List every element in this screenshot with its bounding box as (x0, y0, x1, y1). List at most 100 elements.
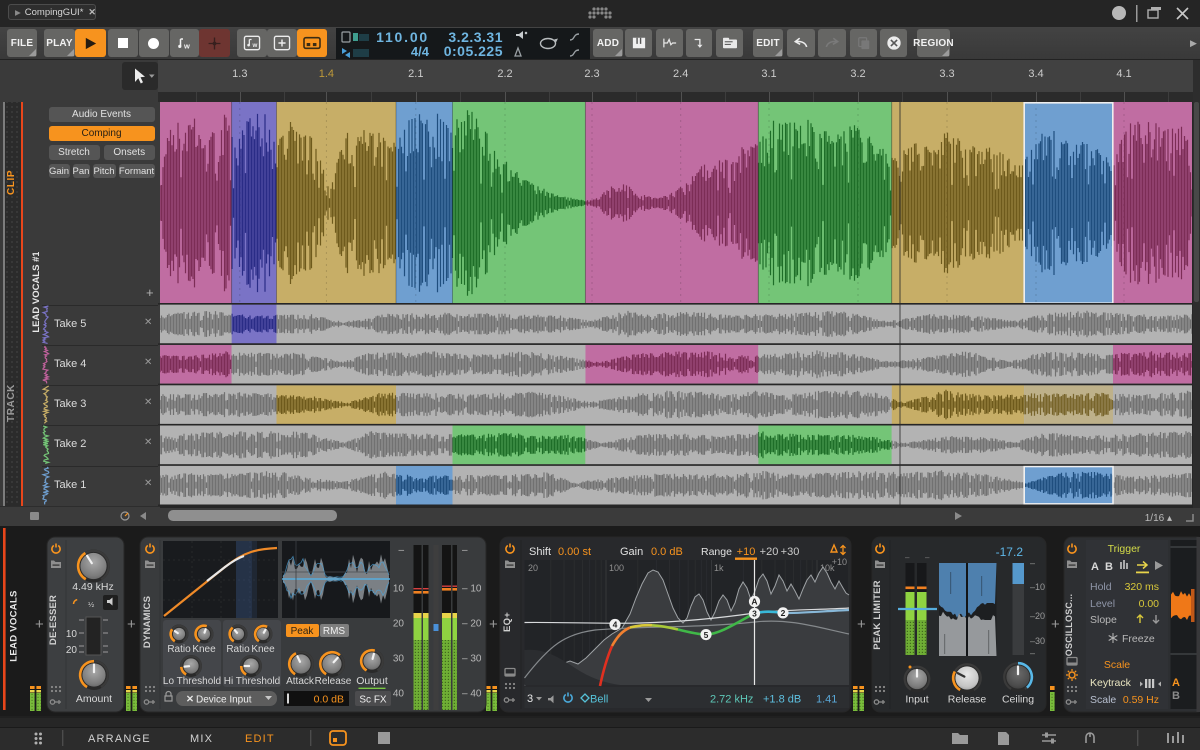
svg-text:–: – (398, 545, 404, 556)
svg-text:320 ms: 320 ms (1125, 581, 1159, 593)
svg-text:Sc FX: Sc FX (359, 695, 387, 706)
svg-text:4.1: 4.1 (1116, 68, 1131, 80)
svg-text:EQ+: EQ+ (502, 612, 513, 632)
svg-text:Ratio: Ratio (226, 644, 250, 655)
svg-text:10: 10 (66, 629, 78, 640)
svg-text:–: – (905, 553, 910, 562)
svg-text:+: + (1051, 616, 1060, 633)
svg-text:+: + (127, 616, 136, 633)
svg-text:LEAD VOCALS: LEAD VOCALS (9, 590, 20, 661)
svg-text:Lo Threshold: Lo Threshold (163, 676, 221, 687)
svg-text:A: A (751, 597, 757, 607)
svg-text:B: B (1105, 561, 1113, 573)
svg-text:B: B (1172, 690, 1180, 702)
svg-text:20: 20 (528, 563, 538, 573)
svg-text:3.1: 3.1 (761, 68, 776, 80)
svg-text:OSCILLOSC...: OSCILLOSC... (1064, 594, 1074, 656)
svg-text:Knee: Knee (251, 644, 275, 655)
svg-text:Gain: Gain (620, 546, 643, 558)
svg-text:Peak: Peak (291, 626, 315, 637)
svg-text:Level: Level (1090, 598, 1115, 610)
svg-text:+: + (489, 616, 498, 633)
svg-text:1.41: 1.41 (816, 694, 837, 706)
svg-text:1k: 1k (714, 563, 724, 573)
svg-text:Device Input: Device Input (196, 695, 252, 706)
svg-text:+20: +20 (760, 546, 779, 558)
svg-text:Scale: Scale (1104, 659, 1130, 671)
svg-text:–10: –10 (1030, 582, 1045, 592)
svg-text:Input: Input (905, 694, 928, 706)
svg-text:5: 5 (704, 630, 709, 640)
svg-text:Trigger: Trigger (1108, 543, 1141, 555)
svg-text:4: 4 (613, 620, 618, 630)
svg-text:½: ½ (88, 600, 95, 609)
svg-text:w: w (183, 41, 190, 50)
svg-text:–20: –20 (1030, 611, 1045, 621)
svg-text:2: 2 (781, 608, 786, 618)
svg-text:Freeze: Freeze (1122, 633, 1155, 645)
svg-text:2.2: 2.2 (497, 68, 512, 80)
svg-text:2.1: 2.1 (408, 68, 423, 80)
svg-text:1.3: 1.3 (232, 68, 247, 80)
svg-text:Hold: Hold (1090, 581, 1112, 593)
svg-text:– 40: – 40 (462, 689, 482, 700)
svg-text:0.0 dB: 0.0 dB (651, 546, 683, 558)
svg-text:Bell: Bell (590, 694, 608, 706)
svg-text:20: 20 (393, 619, 405, 630)
svg-text:▬▬▬▬▬▬: ▬▬▬▬▬▬ (359, 685, 387, 690)
svg-text:0.59 Hz: 0.59 Hz (1123, 694, 1159, 706)
svg-text:Scale: Scale (1090, 694, 1116, 706)
svg-text:-17.2: -17.2 (996, 545, 1024, 559)
svg-text:w: w (251, 42, 257, 49)
svg-text:– 30: – 30 (462, 654, 482, 665)
svg-text:2.72 kHz: 2.72 kHz (710, 694, 753, 706)
svg-text:3: 3 (527, 693, 533, 705)
svg-text:+10: +10 (832, 557, 847, 567)
svg-text:A: A (1091, 561, 1099, 573)
svg-text:30: 30 (393, 654, 405, 665)
svg-text:Ceiling: Ceiling (1002, 694, 1034, 706)
svg-text:–: – (925, 553, 930, 562)
svg-text:Ratio: Ratio (167, 644, 191, 655)
svg-text:DYNAMICS: DYNAMICS (142, 596, 153, 648)
svg-text:+1.8 dB: +1.8 dB (763, 694, 801, 706)
svg-text:1.4: 1.4 (319, 68, 334, 80)
svg-text:+10: +10 (737, 546, 756, 558)
svg-text:–: – (1030, 558, 1035, 568)
svg-text:3: 3 (752, 609, 757, 619)
svg-text:0.0 dB: 0.0 dB (314, 694, 344, 706)
svg-text:3.2: 3.2 (850, 68, 865, 80)
svg-text:+: + (35, 616, 44, 633)
svg-text:✕: ✕ (186, 694, 194, 705)
svg-text:3.3: 3.3 (939, 68, 954, 80)
svg-text:10: 10 (393, 584, 405, 595)
svg-text:Slope: Slope (1090, 614, 1117, 626)
svg-text:Shift: Shift (529, 546, 551, 558)
svg-text:EDIT: EDIT (245, 733, 275, 745)
svg-text:0.00 st: 0.00 st (558, 546, 591, 558)
svg-text:Release: Release (948, 694, 987, 706)
svg-text:– 20: – 20 (462, 619, 482, 630)
svg-text:110.00: 110.00 (376, 29, 429, 45)
svg-text:DE-ESSER: DE-ESSER (48, 595, 59, 645)
svg-text:Knee: Knee (192, 644, 216, 655)
svg-text:–: – (1030, 648, 1035, 658)
svg-text:3.4: 3.4 (1028, 68, 1043, 80)
svg-text:Keytrack: Keytrack (1090, 677, 1132, 689)
svg-text:20: 20 (66, 645, 78, 656)
svg-text:– 10: – 10 (462, 584, 482, 595)
svg-text:+30: +30 (781, 546, 800, 558)
svg-text:Attack: Attack (286, 676, 315, 687)
svg-text:PEAK LIMITER: PEAK LIMITER (872, 580, 883, 649)
svg-text:MIX: MIX (190, 733, 213, 745)
svg-text:Range: Range (701, 546, 732, 558)
svg-text:Amount: Amount (76, 693, 112, 705)
svg-text:Release: Release (315, 676, 352, 687)
svg-text:4.49 kHz: 4.49 kHz (72, 581, 113, 593)
svg-text:–: – (462, 545, 468, 556)
svg-text:RMS: RMS (323, 626, 346, 637)
svg-text:0.00: 0.00 (1139, 598, 1160, 610)
svg-text:0:05.225: 0:05.225 (444, 43, 503, 59)
svg-text:4/4: 4/4 (411, 44, 430, 59)
svg-text:100: 100 (609, 563, 624, 573)
